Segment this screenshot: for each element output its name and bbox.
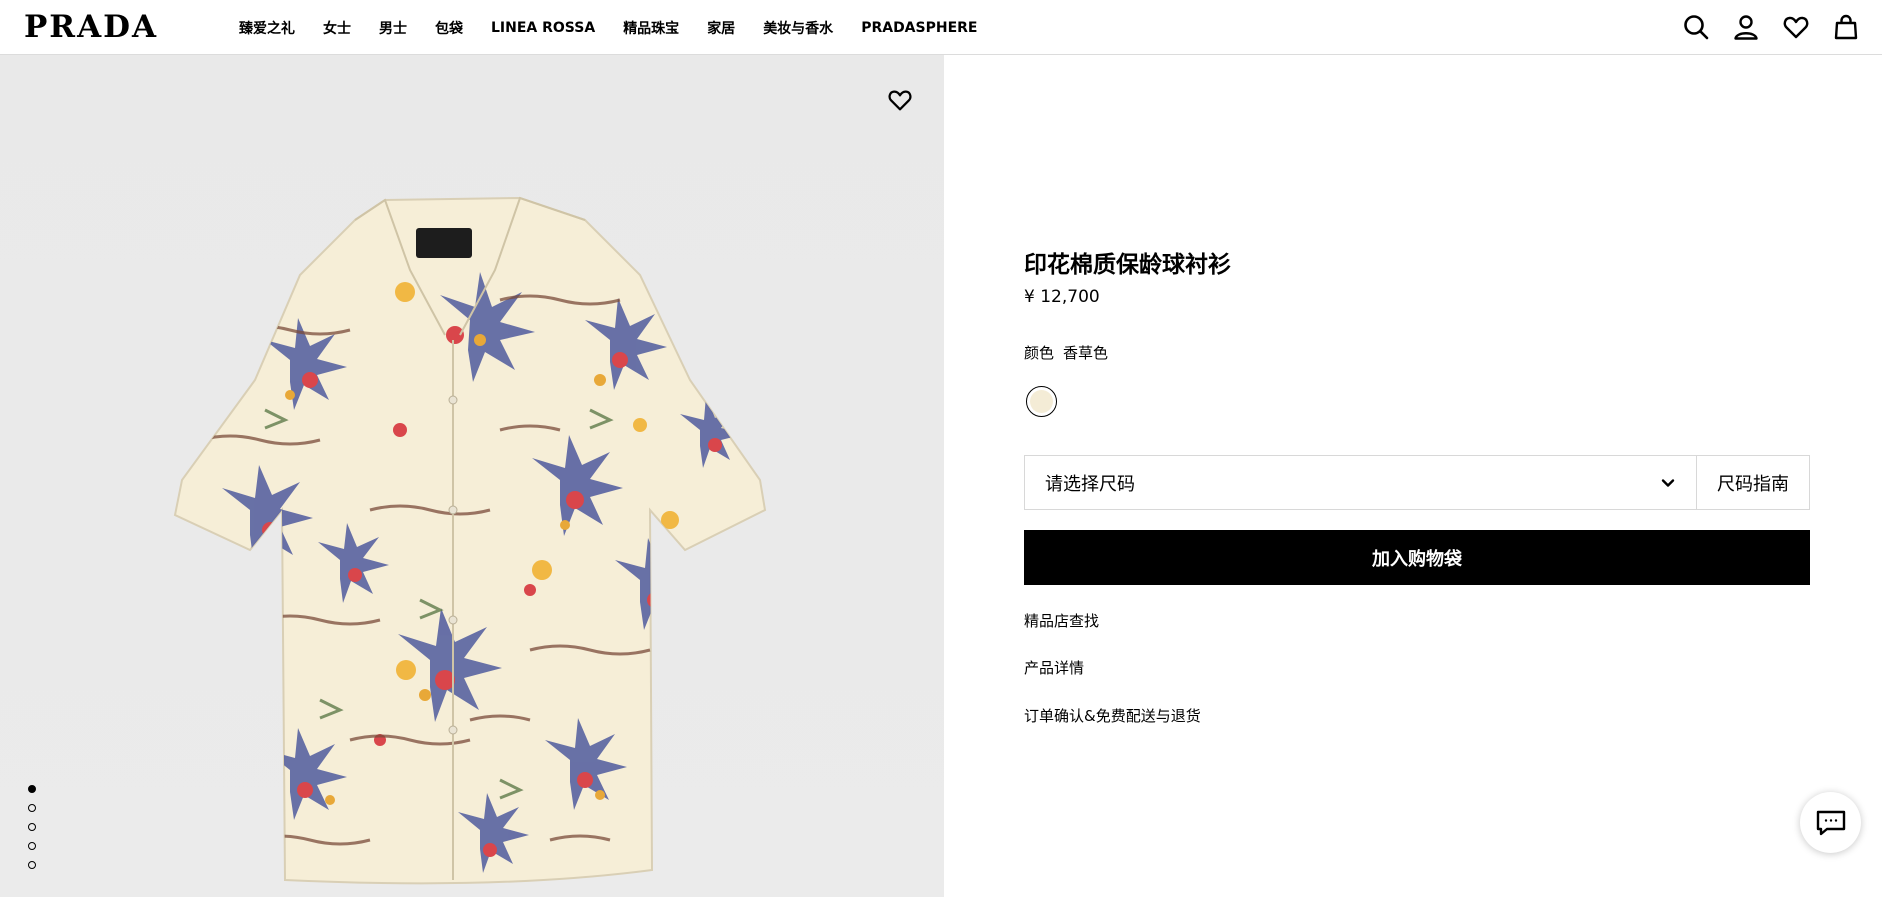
color-info: 颜色 香草色 [1024, 342, 1108, 363]
nav-item-beauty[interactable]: 美妆与香水 [763, 18, 833, 38]
add-to-wishlist-icon[interactable] [887, 87, 913, 113]
shirt-body [173, 196, 767, 885]
shipping-returns-link[interactable]: 订单确认&免费配送与退货 [1024, 705, 1201, 726]
product-gallery[interactable] [0, 55, 944, 897]
swatch-fill [1030, 390, 1053, 413]
account-icon[interactable] [1732, 13, 1760, 41]
neck-label [416, 228, 472, 258]
color-value: 香草色 [1063, 344, 1109, 362]
search-icon[interactable] [1682, 13, 1710, 41]
nav-item-linea-rossa[interactable]: LINEA ROSSA [491, 20, 595, 36]
product-details-link[interactable]: 产品详情 [1024, 657, 1084, 678]
size-guide-button[interactable]: 尺码指南 [1696, 456, 1809, 509]
gallery-dot[interactable] [28, 842, 36, 850]
add-to-bag-button[interactable]: 加入购物袋 [1024, 530, 1810, 585]
gallery-pagination [28, 785, 36, 869]
chevron-down-icon [1661, 478, 1675, 487]
product-price: ¥ 12,700 [1024, 287, 1100, 307]
store-locator-link[interactable]: 精品店查找 [1024, 610, 1099, 631]
nav-item-gifts[interactable]: 臻爱之礼 [239, 18, 295, 38]
site-header: PRADA 臻爱之礼 女士 男士 包袋 LINEA ROSSA 精品珠宝 家居 … [0, 0, 1882, 55]
nav-item-home[interactable]: 家居 [707, 18, 735, 38]
gallery-dot[interactable] [28, 804, 36, 812]
size-selector: 请选择尺码 尺码指南 [1024, 455, 1810, 510]
nav-item-bags[interactable]: 包袋 [435, 18, 463, 38]
gallery-dot[interactable] [28, 823, 36, 831]
prada-logo[interactable]: PRADA [24, 10, 158, 44]
nav-item-women[interactable]: 女士 [323, 18, 351, 38]
nav-item-jewelry[interactable]: 精品珠宝 [623, 18, 679, 38]
size-placeholder: 请选择尺码 [1045, 473, 1135, 495]
product-title: 印花棉质保龄球衬衫 [1024, 252, 1231, 278]
size-dropdown[interactable]: 请选择尺码 [1025, 456, 1696, 509]
header-actions [1682, 13, 1860, 41]
gallery-dot[interactable] [28, 861, 36, 869]
chat-icon [1816, 810, 1845, 835]
product-image [173, 196, 767, 885]
shopping-bag-icon[interactable] [1832, 13, 1860, 41]
color-label: 颜色 [1024, 344, 1055, 362]
color-swatch[interactable] [1026, 386, 1057, 417]
main-nav: 臻爱之礼 女士 男士 包袋 LINEA ROSSA 精品珠宝 家居 美妆与香水 … [239, 0, 978, 55]
wishlist-icon[interactable] [1782, 13, 1810, 41]
chat-button[interactable] [1800, 792, 1861, 853]
nav-item-men[interactable]: 男士 [379, 18, 407, 38]
gallery-dot[interactable] [28, 785, 36, 793]
nav-item-pradasphere[interactable]: PRADASPHERE [861, 20, 977, 36]
